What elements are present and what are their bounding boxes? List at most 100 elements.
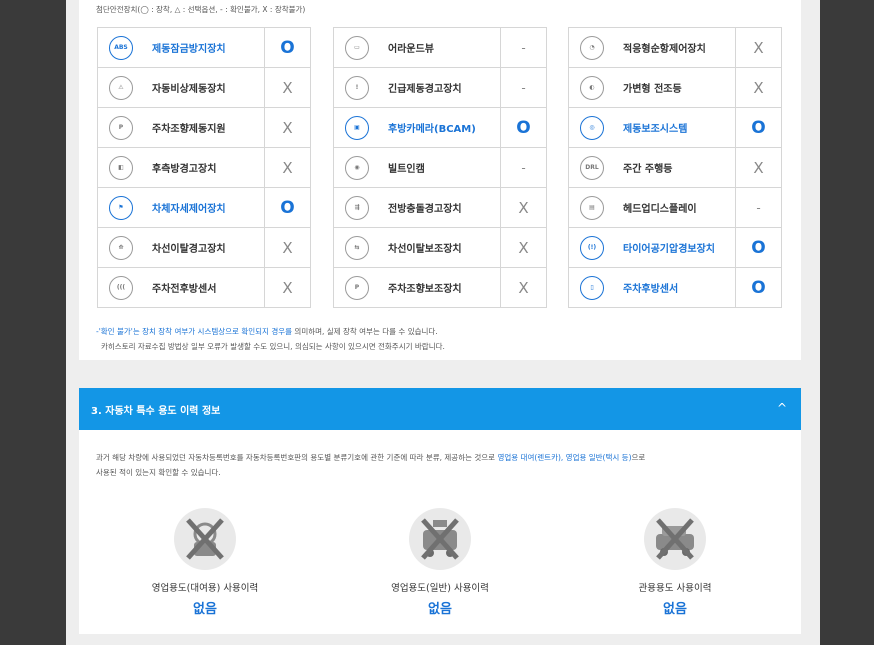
section-header[interactable]: 3. 자동차 특수 용도 이력 정보 ^ xyxy=(79,388,801,430)
feature-status: X xyxy=(735,148,781,187)
report-frame: 첨단안전장치(◯ : 장착, △ : 선택옵션, - : 확인불가, X : 장… xyxy=(66,0,820,645)
tire-pressure-icon: (!) xyxy=(580,235,604,260)
special-usage-card: 3. 자동차 특수 용도 이력 정보 ^ 과거 해당 차량에 사용되었던 자동차… xyxy=(79,388,801,634)
feature-status: X xyxy=(500,268,546,307)
usage-value: 없음 xyxy=(428,602,452,617)
feature-name: 주차조향보조장치 xyxy=(388,284,462,295)
features-table-3: ◔ 적응형순항제어장치 X ◐ 가변형 전조등 X ◎ 제동보조시스템 O DRL 주간 주행등 X ▤… xyxy=(568,27,782,308)
feature-status: O xyxy=(264,188,310,227)
feature-status: O xyxy=(735,228,781,267)
feature-status: - xyxy=(735,188,781,227)
usage-government: 관용용도 사용이력 없음 xyxy=(595,508,755,617)
stability-control-icon: ⚑ xyxy=(109,195,133,220)
feature-status: X xyxy=(264,68,310,107)
feature-status: - xyxy=(500,68,546,107)
feature-name: 전방충돌경고장치 xyxy=(388,204,462,215)
front-rear-sensor-icon: ((( xyxy=(109,275,133,300)
forward-collision-icon: ⇶ xyxy=(345,195,369,220)
feature-row: ▭ 어라운드뷰 - xyxy=(334,28,546,68)
note-highlight: -'확인 불가'는 장치 장착 여부가 시스템상으로 확인되지 경우를 xyxy=(96,327,293,336)
feature-status: X xyxy=(735,68,781,107)
usage-label: 관용용도 사용이력 xyxy=(638,583,712,594)
usage-rental: 영업용도(대여용) 사용이력 없음 xyxy=(125,508,285,617)
feature-status: X xyxy=(500,188,546,227)
feature-row: P 주차조향보조장치 X xyxy=(334,268,546,308)
feature-row: ▣ 후방카메라(BCAM) O xyxy=(334,108,546,148)
feature-name: 주차후방센서 xyxy=(623,284,679,295)
feature-row: ◉ 빌트인캠 - xyxy=(334,148,546,188)
feature-name: 타이어공기압경보장치 xyxy=(623,244,715,255)
feature-name: 빌트인캠 xyxy=(388,164,425,175)
features-table-1: ABS 제동잠금방지장치 O ⚠ 자동비상제동장치 X P 주차조향제동지원 X ◧ 후측방경고장치… xyxy=(97,27,311,308)
feature-row: ◐ 가변형 전조등 X xyxy=(569,68,781,108)
feature-name: 차선이탈보조장치 xyxy=(388,244,462,255)
feature-row: ⇶ 전방충돌경고장치 X xyxy=(334,188,546,228)
usage-value: 없음 xyxy=(663,602,687,617)
chevron-up-icon[interactable]: ^ xyxy=(775,401,789,415)
feature-name: 긴급제동경고장치 xyxy=(388,84,462,95)
feature-row: ◎ 제동보조시스템 O xyxy=(569,108,781,148)
feature-status: - xyxy=(500,28,546,67)
feature-row: ▤ 헤드업디스플레이 - xyxy=(569,188,781,228)
feature-name: 자동비상제동장치 xyxy=(152,84,226,95)
rear-parking-sensor-icon: ▯ xyxy=(580,275,604,300)
feature-name: 후방카메라(BCAM) xyxy=(388,124,476,135)
feature-status: O xyxy=(500,108,546,147)
feature-row: ⟰ 차선이탈경고장치 X xyxy=(98,228,310,268)
usage-value: 없음 xyxy=(193,602,217,617)
around-view-icon: ▭ xyxy=(345,35,369,60)
feature-name: 제동보조시스템 xyxy=(623,124,688,135)
government-car-icon xyxy=(644,508,706,570)
abs-icon: ABS xyxy=(109,35,133,60)
feature-name: 적응형순항제어장치 xyxy=(623,44,706,55)
emergency-brake-warning-icon: ! xyxy=(345,75,369,100)
adaptive-headlight-icon: ◐ xyxy=(580,75,604,100)
feature-name: 헤드업디스플레이 xyxy=(623,204,697,215)
feature-row: ⚠ 자동비상제동장치 X xyxy=(98,68,310,108)
legend: 첨단안전장치(◯ : 장착, △ : 선택옵션, - : 확인불가, X : 장… xyxy=(96,5,306,14)
section-title: 3. 자동차 특수 용도 이력 정보 xyxy=(91,405,221,417)
adaptive-cruise-icon: ◔ xyxy=(580,35,604,60)
lane-departure-icon: ⟰ xyxy=(109,235,133,260)
section-description-1: 과거 해당 차량에 사용되었던 자동차등록번호를 자동차등록번호판의 용도별 분… xyxy=(96,452,645,463)
feature-status: X xyxy=(264,228,310,267)
feature-row: ABS 제동잠금방지장치 O xyxy=(98,28,310,68)
feature-status: - xyxy=(500,148,546,187)
feature-row: DRL 주간 주행등 X xyxy=(569,148,781,188)
feature-name: 차선이탈경고장치 xyxy=(152,244,226,255)
feature-row: ▯ 주차후방센서 O xyxy=(569,268,781,308)
parking-assist-icon: P xyxy=(345,275,369,300)
usage-label: 영업용도(대여용) 사용이력 xyxy=(151,583,259,594)
feature-row: ⇆ 차선이탈보조장치 X xyxy=(334,228,546,268)
feature-status: X xyxy=(264,268,310,307)
daytime-light-icon: DRL xyxy=(580,155,604,180)
note-line-1: -'확인 불가'는 장치 장착 여부가 시스템상으로 확인되지 경우를 의미하며… xyxy=(96,326,438,337)
feature-row: ◔ 적응형순항제어장치 X xyxy=(569,28,781,68)
features-table-2: ▭ 어라운드뷰 -! 긴급제동경고장치 - ▣ 후방카메라(BCAM) O ◉ 빌트인캠 - ⇶ 전방충… xyxy=(333,27,547,308)
note-text: 의미하며, 실제 장착 여부는 다를 수 있습니다. xyxy=(292,327,438,336)
feature-row: ◧ 후측방경고장치 X xyxy=(98,148,310,188)
feature-name: 후측방경고장치 xyxy=(152,164,217,175)
brake-assist-icon: ◎ xyxy=(580,115,604,140)
safety-features-card: 첨단안전장치(◯ : 장착, △ : 선택옵션, - : 확인불가, X : 장… xyxy=(79,0,801,360)
feature-status: O xyxy=(735,268,781,307)
feature-status: X xyxy=(500,228,546,267)
feature-name: 가변형 전조등 xyxy=(623,84,682,95)
feature-status: O xyxy=(735,108,781,147)
built-in-cam-icon: ◉ xyxy=(345,155,369,180)
desc-highlight: 영업용 대여(렌트카), 영업용 일반(택시 등) xyxy=(497,453,632,462)
feature-status: X xyxy=(735,28,781,67)
rear-camera-icon: ▣ xyxy=(345,115,369,140)
feature-row: (!) 타이어공기압경보장치 O xyxy=(569,228,781,268)
feature-row: ⚑ 차체자세제어장치 O xyxy=(98,188,310,228)
parking-steer-icon: P xyxy=(109,115,133,140)
feature-status: O xyxy=(264,28,310,67)
rear-side-warning-icon: ◧ xyxy=(109,155,133,180)
feature-name: 제동잠금방지장치 xyxy=(152,44,226,55)
desc-text: 과거 해당 차량에 사용되었던 자동차등록번호를 자동차등록번호판의 용도별 분… xyxy=(96,453,498,462)
feature-name: 주차전후방센서 xyxy=(152,284,217,295)
feature-status: X xyxy=(264,108,310,147)
feature-name: 주차조향제동지원 xyxy=(152,124,226,135)
feature-row: ! 긴급제동경고장치 - xyxy=(334,68,546,108)
feature-name: 어라운드뷰 xyxy=(388,44,434,55)
